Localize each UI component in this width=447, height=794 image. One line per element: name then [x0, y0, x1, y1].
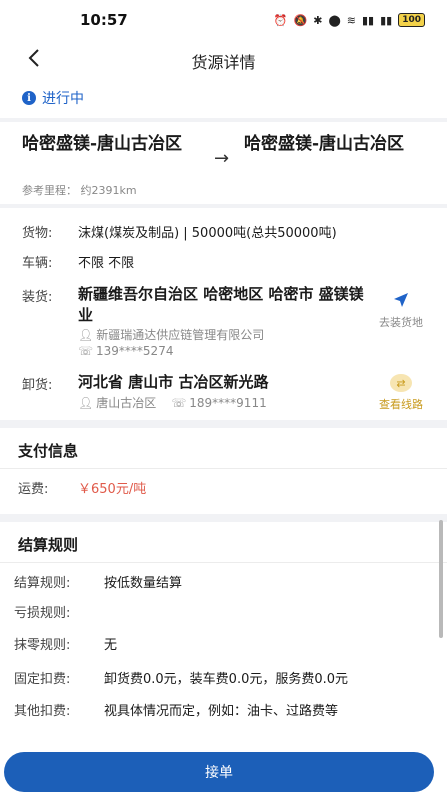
- page-title: 货源详情: [191, 53, 256, 72]
- view-route-button[interactable]: ⇄ 查看线路: [371, 374, 431, 412]
- person-icon: 👤︎: [78, 327, 94, 342]
- load-address: 新疆维吾尔自治区 哈密地区 哈密市 盛镁镁业: [78, 285, 364, 324]
- other-deduction-label: 其他扣费:: [14, 704, 71, 719]
- loss-rule-label: 亏损规则:: [14, 606, 71, 621]
- view-route-label: 查看线路: [379, 398, 423, 411]
- system-status-bar: 10:57 ⏰ 🔕 ✱ ⬤ ≋ ▮▮ ▮▮ 100: [0, 0, 447, 40]
- route-card: 哈密盛镁-唐山古冶区 → 哈密盛镁-唐山古冶区 参考里程： 约2391km: [0, 122, 447, 204]
- bottom-action-bar: 接单: [0, 740, 447, 794]
- route-destination: 哈密盛镁-唐山古冶区: [244, 134, 405, 154]
- cargo-label: 货物:: [22, 226, 53, 241]
- scrollbar[interactable]: [439, 520, 443, 638]
- unload-address: 河北省 唐山市 古冶区新光路: [78, 373, 269, 391]
- settlement-rule-label: 结算规则:: [14, 576, 71, 591]
- order-status-row: i 进行中: [0, 78, 447, 118]
- settlement-card: 结算规则 结算规则: 按低数量结算 亏损规则: 抹零规则: 无 固定扣费: 卸货…: [0, 522, 447, 740]
- freight-label: 运费:: [18, 482, 49, 497]
- fixed-deduction-label: 固定扣费:: [14, 672, 71, 687]
- route-arrow-icon: →: [214, 148, 230, 169]
- bluetooth-icon: ✱: [313, 13, 323, 27]
- settlement-title: 结算规则: [18, 536, 79, 554]
- load-phone-row[interactable]: ☏ 139****5274: [78, 344, 173, 358]
- wifi-icon: ≋: [346, 13, 356, 27]
- info-icon: i: [22, 91, 36, 105]
- rounding-rule-value: 无: [104, 638, 118, 653]
- status-icons: ⏰ 🔕 ✱ ⬤ ≋ ▮▮ ▮▮ 100: [274, 13, 425, 27]
- order-status-text: 进行中: [42, 91, 84, 107]
- payment-title: 支付信息: [18, 442, 79, 460]
- other-deduction-value: 视具体情况而定，例如：油卡、过路费等: [104, 704, 339, 719]
- person-icon: 👤︎: [78, 395, 94, 410]
- nav-bar: 货源详情: [0, 40, 447, 78]
- alarm-icon: ⏰: [273, 13, 288, 27]
- goods-card: 货物: 沫煤(煤炭及制品) | 50000吨(总共50000吨) 车辆: 不限 …: [0, 208, 447, 420]
- route-origin: 哈密盛镁-唐山古冶区: [22, 134, 183, 154]
- freight-value: ￥650元/吨: [78, 482, 147, 497]
- phone-icon: ☏: [171, 395, 187, 410]
- settlement-rule-value: 按低数量结算: [104, 576, 183, 591]
- phone-icon: ☏: [78, 344, 94, 358]
- rounding-rule-label: 抹零规则:: [14, 638, 71, 653]
- route-swap-icon: ⇄: [390, 374, 412, 392]
- reference-distance: 参考里程： 约2391km: [22, 184, 137, 197]
- battery-icon: 100: [398, 13, 425, 27]
- load-company-row: 👤︎ 新疆瑞通达供应链管理有限公司: [78, 326, 264, 343]
- load-company: 新疆瑞通达供应链管理有限公司: [96, 328, 265, 342]
- load-label: 装货:: [22, 290, 53, 305]
- unload-label: 卸货:: [22, 378, 53, 393]
- load-phone: 139****5274: [96, 344, 174, 358]
- location-icon: ⬤: [328, 13, 341, 27]
- go-to-loading-label: 去装货地: [379, 316, 423, 329]
- unload-contact-row: 👤︎ 唐山古冶区 ☏ 189****9111: [78, 394, 267, 411]
- go-to-loading-button[interactable]: 去装货地: [371, 290, 431, 330]
- unload-district: 唐山古冶区: [96, 396, 157, 410]
- settlement-divider: [0, 562, 447, 563]
- signal-icon: ▮▮: [361, 13, 375, 27]
- unload-phone[interactable]: 189****9111: [189, 396, 266, 410]
- status-time: 10:57: [80, 11, 128, 29]
- payment-card: 支付信息 运费: ￥650元/吨: [0, 428, 447, 514]
- payment-divider: [0, 468, 447, 469]
- mute-icon: 🔕: [293, 13, 308, 27]
- cargo-value: 沫煤(煤炭及制品) | 50000吨(总共50000吨): [78, 226, 337, 241]
- signal-4g-icon: ▮▮: [380, 13, 393, 27]
- accept-order-button[interactable]: 接单: [4, 752, 434, 792]
- navigation-arrow-icon: [389, 290, 413, 310]
- fixed-deduction-value: 卸货费0.0元，装车费0.0元，服务费0.0元: [104, 672, 349, 687]
- vehicle-value: 不限 不限: [78, 256, 135, 271]
- vehicle-label: 车辆:: [22, 256, 53, 271]
